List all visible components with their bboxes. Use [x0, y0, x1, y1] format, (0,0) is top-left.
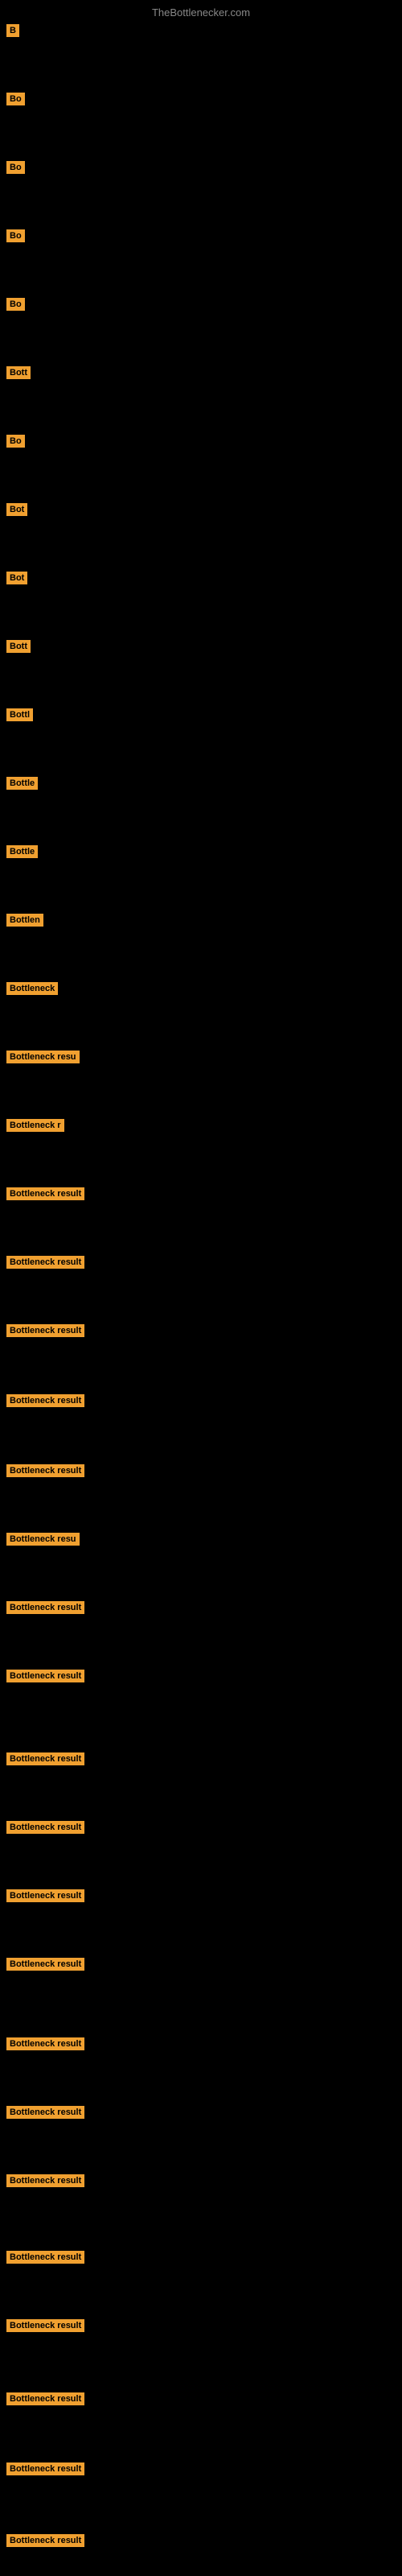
badge-label: Bott	[6, 366, 31, 379]
badge-item: Bottleneck result	[6, 2106, 84, 2123]
badge-label: Bottleneck result	[6, 1256, 84, 1269]
badge-item: Bottlen	[6, 914, 43, 931]
badge-label: Bottleneck result	[6, 1464, 84, 1477]
badge-label: Bottleneck	[6, 982, 58, 995]
badge-item: Bott	[6, 366, 31, 383]
badge-label: Bottleneck result	[6, 2534, 84, 2547]
badge-label: Bottleneck result	[6, 1187, 84, 1200]
badge-item: Bot	[6, 572, 27, 588]
badge-label: Bottleneck result	[6, 2392, 84, 2405]
badge-item: Bottleneck result	[6, 1821, 84, 1838]
badge-label: Bo	[6, 93, 25, 105]
badge-item: Bottleneck result	[6, 2392, 84, 2409]
badge-label: Bo	[6, 435, 25, 448]
badge-item: Bo	[6, 229, 25, 246]
badge-item: Bottleneck result	[6, 2462, 84, 2479]
badge-label: Bottleneck result	[6, 1601, 84, 1614]
badge-item: Bottleneck result	[6, 1464, 84, 1481]
site-title: TheBottlenecker.com	[152, 6, 250, 19]
badge-label: Bottleneck result	[6, 2106, 84, 2119]
badge-label: Bottleneck resu	[6, 1051, 80, 1063]
badge-label: Bo	[6, 229, 25, 242]
badge-item: Bottleneck result	[6, 1752, 84, 1769]
badge-label: Bottleneck result	[6, 2174, 84, 2187]
badge-item: Bott	[6, 640, 31, 657]
badge-item: Bo	[6, 93, 25, 109]
badge-item: Bottleneck result	[6, 2534, 84, 2551]
badge-item: Bottl	[6, 708, 33, 725]
badge-label: Bottleneck result	[6, 1670, 84, 1682]
badge-label: Bottleneck result	[6, 2462, 84, 2475]
badge-label: Bottleneck result	[6, 1821, 84, 1834]
badge-item: Bottleneck result	[6, 1958, 84, 1975]
badge-item: Bottleneck result	[6, 1394, 84, 1411]
badge-item: Bottleneck result	[6, 2174, 84, 2191]
badge-label: Bottleneck result	[6, 2251, 84, 2264]
badge-label: Bottleneck result	[6, 1394, 84, 1407]
badge-item: Bo	[6, 161, 25, 178]
badge-label: Bottle	[6, 845, 38, 858]
badge-item: Bottle	[6, 777, 38, 794]
badge-item: Bottleneck resu	[6, 1051, 80, 1067]
badge-label: Bottlen	[6, 914, 43, 927]
badge-label: Bottleneck result	[6, 2319, 84, 2332]
badge-item: Bottleneck result	[6, 2251, 84, 2268]
badge-item: Bottleneck r	[6, 1119, 64, 1136]
badge-label: Bottleneck result	[6, 1889, 84, 1902]
badge-item: Bottleneck result	[6, 1187, 84, 1204]
badge-item: Bottleneck	[6, 982, 58, 999]
badge-label: Bottleneck r	[6, 1119, 64, 1132]
badge-label: Bottleneck result	[6, 2037, 84, 2050]
badge-label: Bott	[6, 640, 31, 653]
badge-item: Bottleneck result	[6, 1889, 84, 1906]
badge-label: Bot	[6, 503, 27, 516]
badge-item: Bottleneck result	[6, 1324, 84, 1341]
badge-label: Bottleneck result	[6, 1752, 84, 1765]
badge-item: Bottleneck resu	[6, 1533, 80, 1550]
badge-item: Bottle	[6, 845, 38, 862]
badge-item: Bot	[6, 503, 27, 520]
badge-item: Bo	[6, 435, 25, 452]
badge-item: B	[6, 24, 19, 41]
badge-item: Bottleneck result	[6, 2037, 84, 2054]
badge-item: Bottleneck result	[6, 1601, 84, 1618]
badge-item: Bo	[6, 298, 25, 315]
badge-label: Bottleneck resu	[6, 1533, 80, 1546]
badge-label: Bottle	[6, 777, 38, 790]
badge-label: Bottl	[6, 708, 33, 721]
badge-label: B	[6, 24, 19, 37]
badge-label: Bottleneck result	[6, 1958, 84, 1971]
badge-label: Bottleneck result	[6, 1324, 84, 1337]
badge-label: Bo	[6, 298, 25, 311]
badge-item: Bottleneck result	[6, 1256, 84, 1273]
badge-label: Bot	[6, 572, 27, 584]
badge-label: Bo	[6, 161, 25, 174]
badge-item: Bottleneck result	[6, 1670, 84, 1686]
badge-item: Bottleneck result	[6, 2319, 84, 2336]
